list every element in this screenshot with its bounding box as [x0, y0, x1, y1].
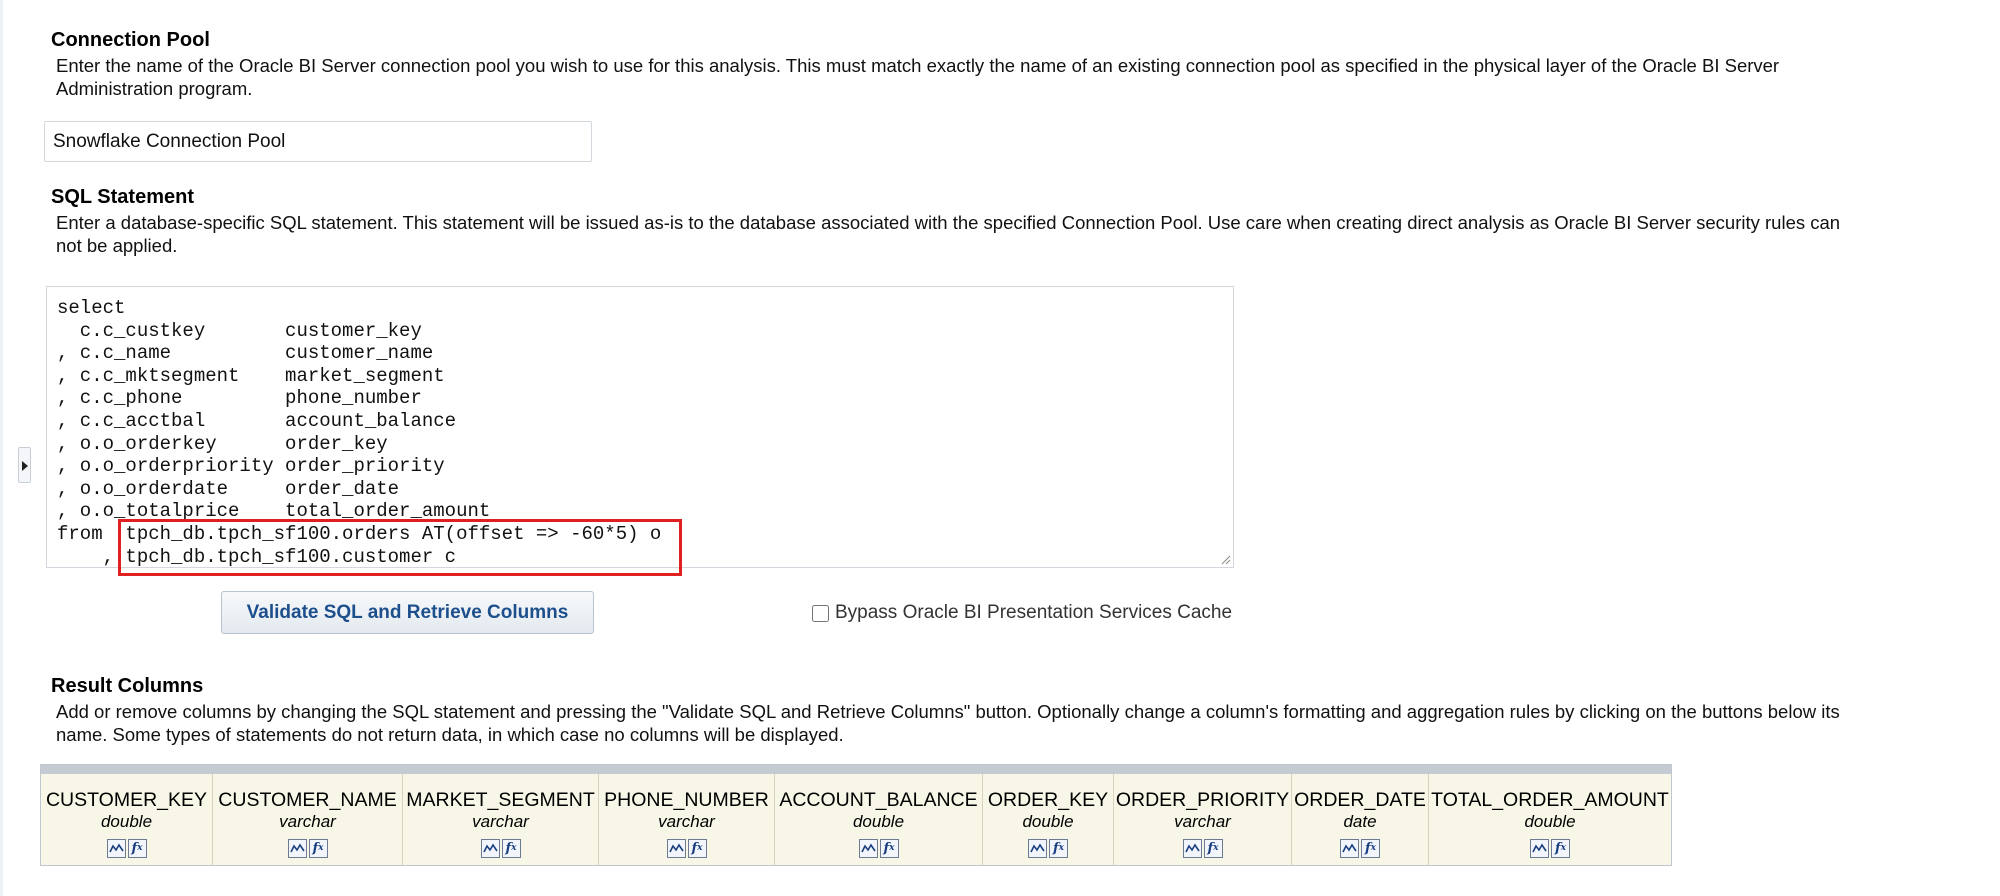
column-format-icon[interactable] [1182, 839, 1202, 858]
column-name: MARKET_SEGMENT [406, 789, 595, 811]
column-type: varchar [472, 812, 529, 831]
column-format-icon[interactable] [1340, 839, 1359, 858]
column-buttons: fx [666, 839, 707, 858]
column-type: varchar [279, 812, 336, 831]
column-type: double [852, 812, 905, 831]
column-buttons: fx [1530, 839, 1570, 858]
column-formula-icon[interactable]: fx [1049, 839, 1068, 858]
column-buttons: fx [287, 839, 328, 858]
column-formula-icon[interactable]: fx [1361, 839, 1380, 858]
column-type: double [100, 812, 153, 831]
column-format-icon[interactable] [858, 839, 878, 858]
result-column: ACCOUNT_BALANCE double fx [775, 774, 983, 865]
sql-editor-text[interactable]: select c.c_custkey customer_key , c.c_na… [57, 297, 661, 568]
column-name: ORDER_DATE [1294, 789, 1426, 811]
connection-pool-input[interactable] [44, 121, 592, 162]
column-format-icon[interactable] [480, 839, 500, 858]
column-type: date [1343, 812, 1377, 831]
column-format-icon[interactable] [1530, 839, 1549, 858]
column-buttons: fx [1182, 839, 1223, 858]
column-format-icon[interactable] [106, 839, 126, 858]
column-format-icon[interactable] [666, 839, 686, 858]
result-column: ORDER_KEY double fx [983, 774, 1114, 865]
column-name: CUSTOMER_NAME [218, 789, 397, 811]
sql-statement-description-line2: not be applied. [56, 235, 178, 256]
result-columns-table: CUSTOMER_KEY double fx CUSTOMER_NAME var… [41, 774, 1671, 865]
column-name: ORDER_KEY [987, 789, 1109, 811]
column-buttons: fx [1340, 839, 1380, 858]
result-columns-description-line1: Add or remove columns by changing the SQ… [56, 701, 1840, 722]
expand-arrow-icon [22, 461, 28, 471]
result-columns-title: Result Columns [51, 675, 204, 697]
column-name: CUSTOMER_KEY [45, 789, 208, 811]
sql-statement-description-line1: Enter a database-specific SQL statement.… [56, 212, 1841, 233]
column-buttons: fx [480, 839, 521, 858]
column-name: ORDER_PRIORITY [1115, 789, 1290, 811]
connection-pool-description-line1: Enter the name of the Oracle BI Server c… [56, 55, 1780, 76]
column-formula-icon[interactable]: fx [127, 839, 147, 858]
sql-editor[interactable]: select c.c_custkey customer_key , c.c_na… [46, 286, 1234, 568]
connection-pool-description-line2: Administration program. [56, 78, 253, 99]
result-column: ORDER_PRIORITY varchar fx [1114, 774, 1292, 865]
column-name: TOTAL_ORDER_AMOUNT [1431, 789, 1669, 811]
sql-statement-description: Enter a database-specific SQL statement.… [56, 211, 1840, 257]
column-type: double [1022, 812, 1074, 831]
column-type: varchar [658, 812, 715, 831]
column-formula-icon[interactable]: fx [1551, 839, 1570, 858]
bypass-cache-label: Bypass Oracle BI Presentation Services C… [835, 602, 1233, 623]
result-column: CUSTOMER_NAME varchar fx [213, 774, 403, 865]
column-type: varchar [1174, 812, 1231, 831]
result-columns-description-line2: name. Some types of statements do not re… [56, 724, 844, 745]
column-buttons: fx [858, 839, 899, 858]
column-formula-icon[interactable]: fx [687, 839, 707, 858]
column-formula-icon[interactable]: fx [501, 839, 521, 858]
column-buttons: fx [106, 839, 147, 858]
connection-pool-title: Connection Pool [51, 29, 210, 51]
column-name: ACCOUNT_BALANCE [779, 789, 978, 811]
column-format-icon[interactable] [287, 839, 307, 858]
bypass-cache-option[interactable]: Bypass Oracle BI Presentation Services C… [812, 602, 1232, 624]
column-buttons: fx [1028, 839, 1068, 858]
column-name: PHONE_NUMBER [604, 789, 769, 811]
result-columns-panel: CUSTOMER_KEY double fx CUSTOMER_NAME var… [40, 764, 1672, 866]
panel-expand-toggle[interactable] [18, 447, 31, 483]
result-columns-description: Add or remove columns by changing the SQ… [56, 700, 1840, 746]
bypass-cache-checkbox[interactable] [812, 604, 829, 622]
validate-sql-button[interactable]: Validate SQL and Retrieve Columns [221, 591, 594, 634]
column-formula-icon[interactable]: fx [879, 839, 899, 858]
sql-statement-title: SQL Statement [51, 186, 194, 208]
result-column: ORDER_DATE date fx [1292, 774, 1429, 865]
result-column: TOTAL_ORDER_AMOUNT double fx [1429, 774, 1671, 865]
column-format-icon[interactable] [1028, 839, 1047, 858]
result-column: CUSTOMER_KEY double fx [41, 774, 213, 865]
column-formula-icon[interactable]: fx [1203, 839, 1223, 858]
connection-pool-description: Enter the name of the Oracle BI Server c… [56, 54, 1779, 100]
result-column: MARKET_SEGMENT varchar fx [403, 774, 599, 865]
column-formula-icon[interactable]: fx [308, 839, 328, 858]
left-border [0, 0, 3, 896]
column-type: double [1524, 812, 1576, 831]
result-column: PHONE_NUMBER varchar fx [599, 774, 775, 865]
resize-grip-icon[interactable] [1219, 553, 1231, 565]
